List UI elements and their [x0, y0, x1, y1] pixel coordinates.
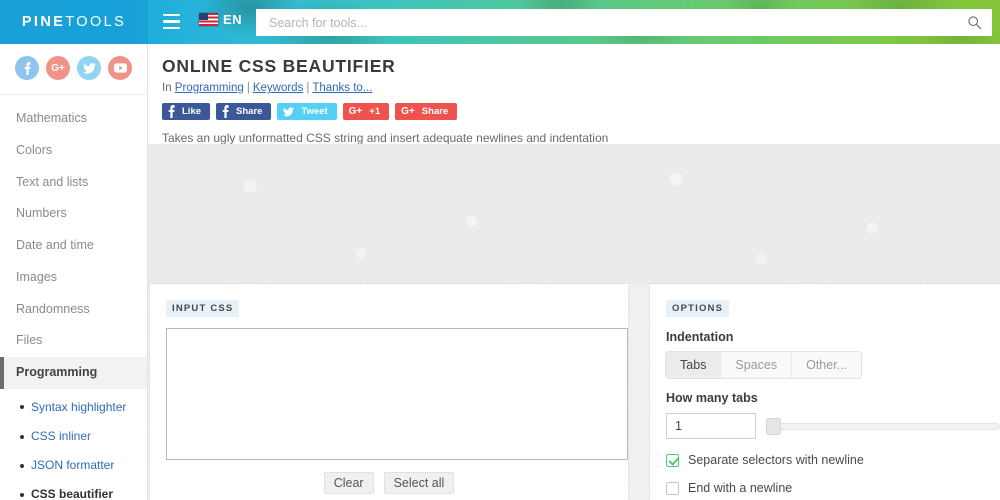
sidebar-item-text-and-lists[interactable]: Text and lists [0, 167, 147, 199]
us-flag-icon [199, 13, 218, 26]
indentation-option-spaces[interactable]: Spaces [721, 352, 793, 378]
breadcrumb-prefix: In [162, 82, 172, 94]
sidebar-item-mathematics[interactable]: Mathematics [0, 103, 147, 135]
bullet-icon [20, 463, 24, 468]
twitter-tweet-button[interactable]: Tweet [277, 103, 337, 120]
share-buttons: Like Share Tweet G+ +1 G+ Share [162, 103, 1000, 120]
facebook-icon [168, 105, 175, 118]
search-input[interactable] [257, 10, 957, 35]
indentation-button-group: Tabs Spaces Other... [666, 352, 862, 378]
facebook-icon [222, 105, 229, 118]
hamburger-icon[interactable] [163, 14, 180, 29]
how-many-tabs-slider[interactable] [766, 413, 1000, 439]
input-actions: Clear Select all [166, 472, 612, 494]
how-many-tabs-input[interactable] [666, 413, 756, 439]
page-header: ONLINE CSS BEAUTIFIER In Programming | Key… [148, 44, 1000, 94]
banner-pattern [148, 144, 1000, 284]
language-label: EN [223, 12, 242, 27]
search-icon [967, 16, 981, 30]
input-css-panel: INPUT CSS Clear Select all [150, 284, 628, 500]
select-all-button[interactable]: Select all [383, 472, 455, 494]
share-button-label: Share [421, 106, 449, 117]
tool-description: Takes an ugly unformatted CSS string and… [162, 131, 609, 145]
bullet-icon [20, 405, 24, 410]
google-plus-icon: G+ [401, 106, 415, 117]
site-logo[interactable]: PINETOOLS [0, 0, 148, 44]
google-plus-icon: G+ [348, 106, 363, 117]
google-plus-share-button[interactable]: G+ Share [395, 103, 458, 120]
breadcrumb-link-programming[interactable]: Programming [175, 82, 244, 94]
checkbox-unchecked-icon[interactable] [666, 481, 679, 495]
search-button[interactable] [957, 10, 991, 35]
checkbox-end-with-newline[interactable]: End with a newline [666, 481, 1000, 495]
sidebar-item-programming[interactable]: Programming [0, 357, 147, 389]
main-content: ONLINE CSS BEAUTIFIER In Programming | Key… [148, 44, 1000, 500]
google-plus-one-button[interactable]: G+ +1 [342, 103, 390, 120]
sidebar-item-randomness[interactable]: Randomness [0, 294, 147, 326]
twitter-icon[interactable] [77, 56, 101, 80]
share-button-label: Share [236, 106, 263, 117]
logo-bold-text: PINE [21, 14, 66, 30]
slider-track [766, 422, 1000, 430]
facebook-share-button[interactable]: Share [216, 103, 272, 120]
page-title: ONLINE CSS BEAUTIFIER [162, 56, 396, 76]
facebook-icon[interactable] [15, 56, 39, 80]
sidebar-item-date-and-time[interactable]: Date and time [0, 230, 147, 262]
share-button-label: Tweet [301, 106, 328, 117]
language-selector[interactable]: EN [199, 12, 242, 27]
slider-thumb[interactable] [766, 417, 781, 435]
sidebar-subitem-syntax-highlighter[interactable]: Syntax highlighter [0, 393, 147, 422]
logo-light-text: TOOLS [65, 14, 127, 30]
google-plus-icon[interactable]: G+ [46, 56, 70, 80]
sidebar-submenu: Syntax highlighter CSS inliner JSON form… [0, 389, 147, 500]
social-links: G+ [0, 44, 147, 95]
clear-button[interactable]: Clear [323, 472, 374, 494]
sidebar-item-images[interactable]: Images [0, 262, 147, 294]
bullet-icon [20, 492, 24, 497]
sidebar-subitem-json-formatter[interactable]: JSON formatter [0, 451, 147, 480]
breadcrumb-link-keywords[interactable]: Keywords [253, 82, 304, 94]
how-many-tabs-heading: How many tabs [666, 391, 758, 405]
sidebar: G+ Mathematics Colors Text and lists Num… [0, 44, 148, 500]
sidebar-menu: Mathematics Colors Text and lists Number… [0, 95, 147, 500]
bullet-icon [20, 434, 24, 439]
sidebar-subitem-label: CSS beautifier [31, 487, 114, 500]
youtube-icon[interactable] [108, 56, 132, 80]
checkbox-checked-icon[interactable] [666, 453, 679, 467]
indentation-heading: Indentation [666, 330, 734, 344]
top-header: PINETOOLS EN [0, 0, 1000, 44]
sidebar-subitem-css-beautifier[interactable]: CSS beautifier [0, 480, 147, 500]
twitter-icon [283, 106, 295, 116]
sidebar-item-colors[interactable]: Colors [0, 135, 147, 167]
sidebar-subitem-label: JSON formatter [31, 458, 115, 473]
checkbox-separate-selectors[interactable]: Separate selectors with newline [666, 453, 1000, 467]
sidebar-item-numbers[interactable]: Numbers [0, 198, 147, 230]
checkbox-label: End with a newline [688, 481, 793, 495]
checkbox-label: Separate selectors with newline [688, 453, 864, 467]
options-panel: OPTIONS Indentation Tabs Spaces Other...… [650, 284, 1000, 500]
sidebar-subitem-css-inliner[interactable]: CSS inliner [0, 422, 147, 451]
share-button-label: +1 [369, 106, 381, 117]
sidebar-subitem-label: Syntax highlighter [31, 399, 127, 414]
css-input-textarea[interactable] [166, 328, 628, 460]
sidebar-item-files[interactable]: Files [0, 325, 147, 357]
tool-panels: INPUT CSS Clear Select all OPTIONS Inden… [148, 284, 1000, 500]
breadcrumb: In Programming | Keywords | Thanks to... [162, 82, 373, 94]
indentation-option-tabs[interactable]: Tabs [666, 352, 722, 378]
indentation-option-other[interactable]: Other... [792, 352, 862, 378]
search-bar[interactable] [256, 9, 992, 36]
share-button-label: Like [182, 106, 202, 117]
input-panel-label: INPUT CSS [166, 300, 240, 317]
breadcrumb-link-thanks-to[interactable]: Thanks to... [312, 82, 372, 94]
options-panel-label: OPTIONS [666, 300, 730, 317]
sidebar-subitem-label: CSS inliner [31, 428, 92, 443]
how-many-tabs-row [666, 413, 1000, 439]
ad-banner-placeholder [148, 144, 1000, 284]
facebook-like-button[interactable]: Like [162, 103, 211, 120]
